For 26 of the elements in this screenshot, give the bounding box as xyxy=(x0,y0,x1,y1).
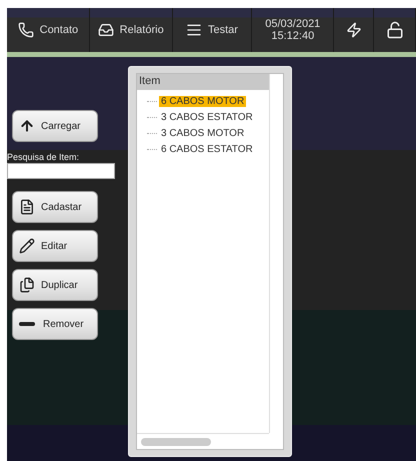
tree-item[interactable]: 6 CABOS MOTOR xyxy=(159,96,246,106)
search-label: Pesquisa de Item: xyxy=(7,152,80,162)
action-button[interactable]: Duplicar xyxy=(12,269,98,301)
tree-item[interactable]: 6 CABOS ESTATOR xyxy=(159,144,255,154)
action-button[interactable]: Remover xyxy=(12,308,98,340)
bolt-icon xyxy=(346,22,362,38)
toolbar-button[interactable]: Testar xyxy=(172,8,252,52)
minus-icon xyxy=(19,322,35,326)
tray-icon xyxy=(98,22,114,38)
toolbar-button[interactable]: Contato xyxy=(7,8,90,52)
phone-icon xyxy=(18,22,34,38)
tree-item[interactable]: 3 CABOS ESTATOR xyxy=(159,112,255,122)
action-button[interactable]: Cadastar xyxy=(12,191,98,223)
horizontal-scrollbar[interactable] xyxy=(137,433,269,449)
load-button[interactable]: Carregar xyxy=(12,110,98,142)
document-icon xyxy=(19,199,35,215)
toolbar-button[interactable]: Relatório xyxy=(90,8,173,52)
column-header: Item xyxy=(137,74,269,90)
date-time: 05/03/2021 15:12:40 xyxy=(252,8,334,52)
tree-item[interactable]: 3 CABOS MOTOR xyxy=(159,128,246,138)
menu-icon xyxy=(186,22,202,38)
pencil-icon xyxy=(19,238,35,254)
search-field[interactable] xyxy=(7,163,115,179)
action-button[interactable]: Editar xyxy=(12,230,98,262)
unlock-icon xyxy=(386,21,404,39)
documents-icon xyxy=(19,277,35,293)
